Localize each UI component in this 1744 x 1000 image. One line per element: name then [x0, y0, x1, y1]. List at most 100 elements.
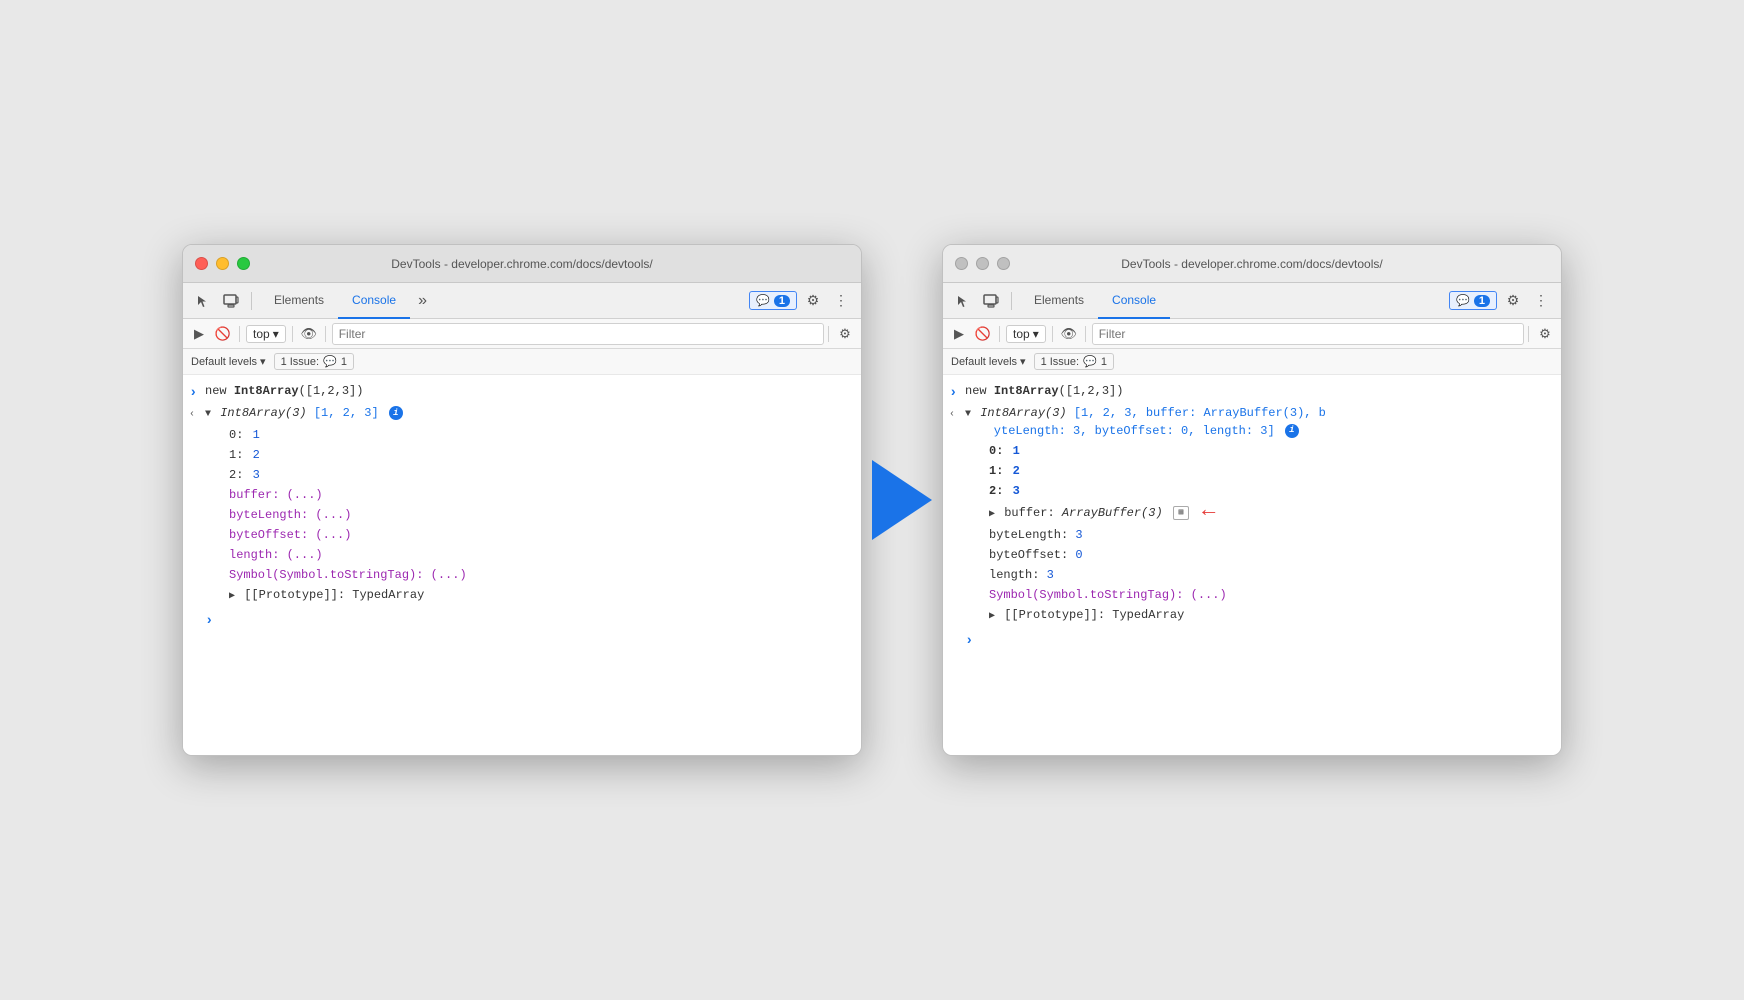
tab-console-left[interactable]: Console [338, 283, 410, 319]
right-device-icon[interactable] [979, 289, 1003, 313]
right-prop-0: 0: 1 [943, 441, 1561, 461]
right-filter-input[interactable] [1092, 323, 1524, 345]
left-ct-sep3 [325, 326, 326, 342]
right-badge-icon: 💬 [1456, 294, 1470, 307]
right-prop-buffer: ▶ buffer: ArrayBuffer(3) ▦ ← [943, 501, 1561, 525]
close-button[interactable] [195, 257, 208, 270]
left-levels-dropdown-icon: ▾ [260, 355, 266, 368]
minimize-button[interactable] [216, 257, 229, 270]
left-tab-bar: Elements Console » [260, 283, 745, 319]
right-play-icon[interactable]: ▶ [949, 324, 969, 344]
left-context-dropdown-icon: ▾ [273, 327, 279, 341]
left-ct-sep2 [292, 326, 293, 342]
left-prop-buffer: buffer: (...) [183, 485, 861, 505]
right-close-button[interactable] [955, 257, 968, 270]
between-arrow [862, 460, 942, 540]
right-devtools-window: DevTools - developer.chrome.com/docs/dev… [942, 244, 1562, 756]
right-window-buttons [955, 257, 1010, 270]
monitor-icon: ▦ [1173, 506, 1189, 520]
right-block-icon[interactable]: 🚫 [973, 324, 993, 344]
left-input-line: › new Int8Array([1,2,3]) [183, 381, 861, 403]
right-badge-button[interactable]: 💬 1 [1449, 291, 1497, 310]
right-more-icon[interactable]: ⋮ [1529, 289, 1553, 313]
right-main-toolbar: Elements Console 💬 1 ⚙ ⋮ [943, 283, 1561, 319]
left-prop-length: length: (...) [183, 545, 861, 565]
right-titlebar: DevTools - developer.chrome.com/docs/dev… [943, 245, 1561, 283]
device-icon[interactable] [219, 289, 243, 313]
tab-elements-left[interactable]: Elements [260, 283, 338, 319]
right-output-content: ▼ Int8Array(3) [1, 2, 3, buffer: ArrayBu… [965, 404, 1553, 440]
left-more-icon[interactable]: ⋮ [829, 289, 853, 313]
left-titlebar: DevTools - developer.chrome.com/docs/dev… [183, 245, 861, 283]
tab-more-left[interactable]: » [410, 283, 435, 319]
left-settings-icon[interactable]: ⚙ [801, 289, 825, 313]
right-issue-badge[interactable]: 1 Issue: 💬 1 [1034, 353, 1114, 370]
right-context-dropdown-icon: ▾ [1033, 327, 1039, 341]
right-expand-arrow[interactable]: ▼ [965, 407, 971, 422]
right-proto: ▶ [[Prototype]]: TypedArray [943, 605, 1561, 627]
right-input-line: › new Int8Array([1,2,3]) [943, 381, 1561, 403]
right-buffer-expand-arrow[interactable]: ▶ [989, 506, 995, 524]
right-maximize-button[interactable] [997, 257, 1010, 270]
left-window-title: DevTools - developer.chrome.com/docs/dev… [391, 257, 652, 271]
right-minimize-button[interactable] [976, 257, 989, 270]
left-block-icon[interactable]: 🚫 [213, 324, 233, 344]
left-filter-settings-icon[interactable]: ⚙ [835, 324, 855, 344]
right-info-icon[interactable]: i [1285, 424, 1299, 438]
left-eye-icon[interactable]: 👁 [299, 324, 319, 344]
left-prop-2: 2: 3 [183, 465, 861, 485]
left-context-selector[interactable]: top ▾ [246, 325, 286, 343]
right-context-selector[interactable]: top ▾ [1006, 325, 1046, 343]
right-cursor-icon[interactable] [951, 289, 975, 313]
left-badge-button[interactable]: 💬 1 [749, 291, 797, 310]
cursor-icon[interactable] [191, 289, 215, 313]
left-issue-badge[interactable]: 1 Issue: 💬 1 [274, 353, 354, 370]
left-filter-input[interactable] [332, 323, 824, 345]
left-levels-label[interactable]: Default levels ▾ [191, 355, 266, 368]
right-ct-sep2 [1052, 326, 1053, 342]
left-prop-1: 1: 2 [183, 445, 861, 465]
right-proto-arrow[interactable]: ▶ [989, 608, 995, 626]
left-info-icon[interactable]: i [389, 406, 403, 420]
tab-console-right[interactable]: Console [1098, 283, 1170, 319]
left-prompt-symbol[interactable]: › [205, 612, 213, 630]
left-prompt[interactable]: › [183, 611, 861, 631]
right-console-content: ← › new Int8Array([1,2,3]) ‹ ▼ Int8Array… [943, 375, 1561, 755]
right-prop-symbol: Symbol(Symbol.toStringTag): (...) [943, 585, 1561, 605]
left-window-buttons [195, 257, 250, 270]
right-output-line: ‹ ▼ Int8Array(3) [1, 2, 3, buffer: Array… [943, 403, 1561, 441]
right-eye-icon[interactable]: 👁 [1059, 324, 1079, 344]
right-settings-icon[interactable]: ⚙ [1501, 289, 1525, 313]
right-levels-label[interactable]: Default levels ▾ [951, 355, 1026, 368]
right-levels-dropdown-icon: ▾ [1020, 355, 1026, 368]
left-prop-byteoffset: byteOffset: (...) [183, 525, 861, 545]
right-prompt[interactable]: › [943, 631, 1561, 651]
right-ct-sep3 [1085, 326, 1086, 342]
left-proto: ▶ [[Prototype]]: TypedArray [183, 585, 861, 607]
left-ct-sep [239, 326, 240, 342]
right-ct-sep [999, 326, 1000, 342]
right-filter-settings-icon[interactable]: ⚙ [1535, 324, 1555, 344]
right-tab-bar: Elements Console [1020, 283, 1445, 319]
left-console-content: › new Int8Array([1,2,3]) ‹ ▼ Int8Array(3… [183, 375, 861, 755]
left-badge-count: 1 [774, 295, 790, 307]
right-prompt-symbol[interactable]: › [965, 632, 973, 650]
left-issue-icon: 💬 [323, 355, 337, 368]
right-issue-icon: 💬 [1083, 355, 1097, 368]
right-red-arrow-buffer: ← [1202, 498, 1215, 523]
right-toolbar-separator-1 [1011, 292, 1012, 310]
right-ct-sep4 [1528, 326, 1529, 342]
left-expand-arrow[interactable]: ▼ [205, 406, 211, 424]
left-ct-sep4 [828, 326, 829, 342]
left-prop-symbol: Symbol(Symbol.toStringTag): (...) [183, 565, 861, 585]
left-prop-bytelength: byteLength: (...) [183, 505, 861, 525]
left-input-arrow: › [189, 382, 205, 402]
left-play-icon[interactable]: ▶ [189, 324, 209, 344]
left-proto-arrow[interactable]: ▶ [229, 588, 235, 606]
tab-elements-right[interactable]: Elements [1020, 283, 1098, 319]
left-toolbar-right: 💬 1 ⚙ ⋮ [749, 289, 853, 313]
maximize-button[interactable] [237, 257, 250, 270]
right-input-arrow: › [949, 382, 965, 402]
direction-arrow [872, 460, 932, 540]
left-input-content: new Int8Array([1,2,3]) [205, 382, 853, 400]
